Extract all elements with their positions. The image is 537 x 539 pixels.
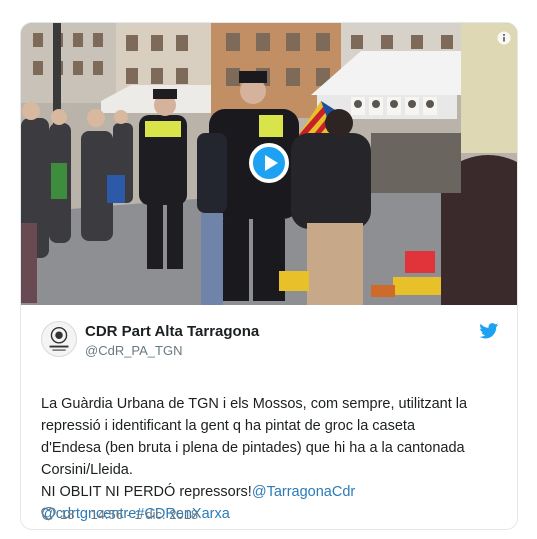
like-count[interactable]: 18 [60, 507, 74, 522]
tweet-footer: 18 14:56 - 1 dic. 2018 [41, 505, 198, 523]
tweet-text-line: NI OBLIT NI PERDÓ repressors!@TarragonaC… [41, 481, 503, 503]
avatar[interactable] [41, 321, 77, 357]
tweet-text-line: La Guàrdia Urbana de TGN i els Mossos, c… [41, 396, 468, 412]
tweet-text-line: repressió i identificant la gent q ha pi… [41, 418, 416, 434]
info-icon[interactable] [497, 31, 511, 45]
user-handle[interactable]: @CdR_PA_TGN [85, 343, 182, 358]
tweet-text-segment: NI OBLIT NI PERDÓ repressors! [41, 484, 252, 500]
play-icon[interactable] [249, 143, 289, 183]
tweet-card: CDR Part Alta Tarragona @CdR_PA_TGN La G… [20, 22, 518, 530]
tweet-video[interactable] [21, 23, 517, 305]
display-name[interactable]: CDR Part Alta Tarragona [85, 323, 259, 340]
tweet-text-line: Corsini/Lleida. [41, 462, 133, 478]
heart-icon[interactable] [41, 507, 56, 521]
timestamp[interactable]: 14:56 - 1 dic. 2018 [90, 507, 198, 522]
twitter-bird-icon[interactable] [479, 323, 499, 339]
mention-link[interactable]: @TarragonaCdr [252, 484, 355, 500]
tweet-body: CDR Part Alta Tarragona @CdR_PA_TGN La G… [21, 305, 517, 529]
tweet-text-line: d'Endesa (ben bruta i plena de pintades)… [41, 440, 465, 456]
